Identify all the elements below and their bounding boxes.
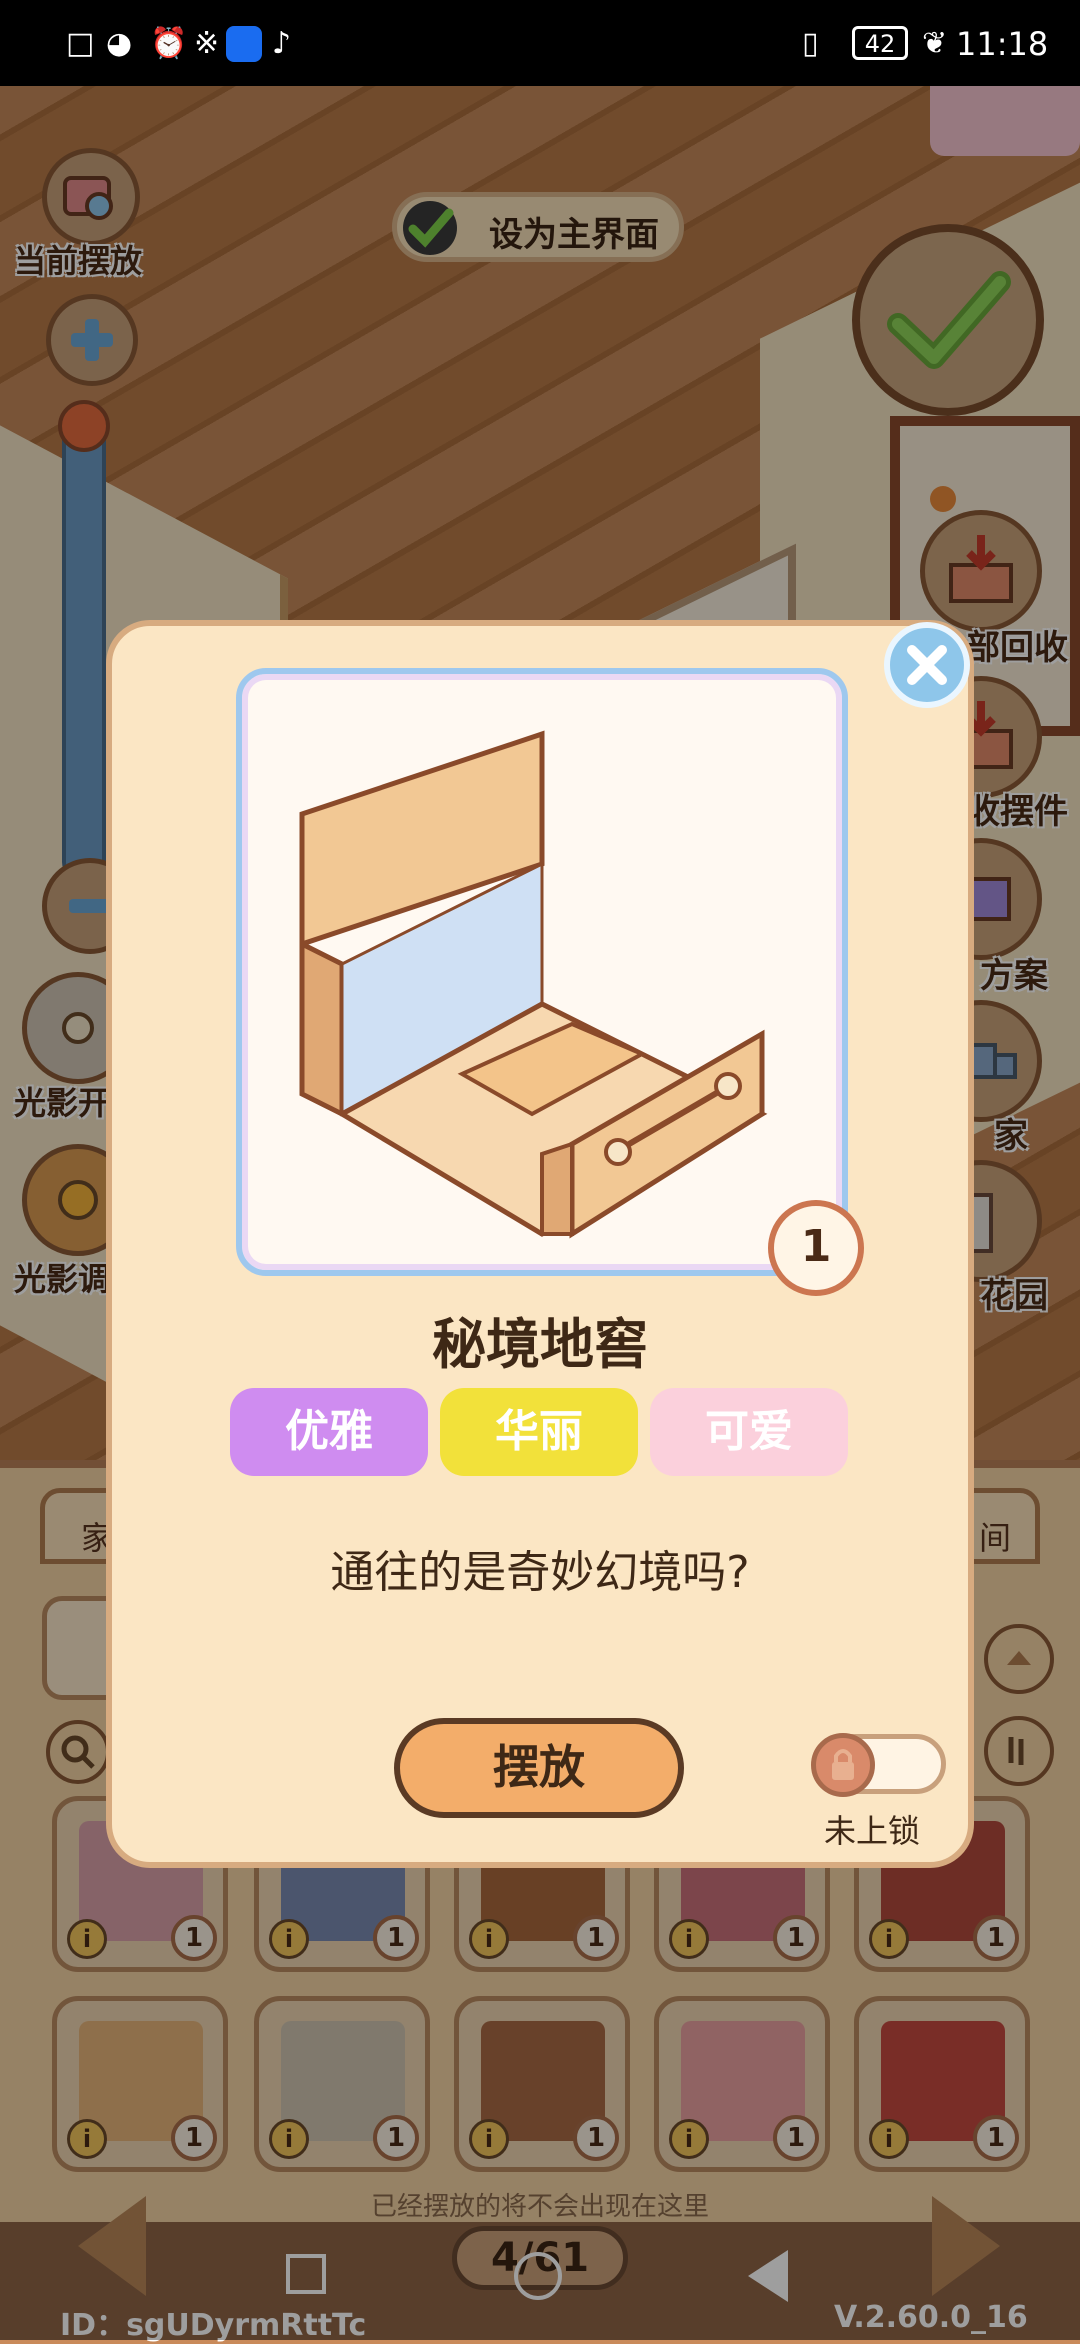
wifi-icon: ◕ bbox=[106, 26, 133, 61]
item-title: 秘境地窖 bbox=[432, 1313, 648, 1376]
cellar-illustration bbox=[299, 730, 768, 1239]
battery-icon: 42 bbox=[852, 26, 908, 60]
lock-label: 未上锁 bbox=[824, 1812, 921, 1850]
vibrate-icon: ▯ bbox=[802, 26, 819, 61]
place-button[interactable]: 摆放 bbox=[394, 1718, 684, 1818]
lock-icon bbox=[811, 1733, 875, 1797]
item-preview bbox=[236, 668, 848, 1276]
tag-badge: 可爱 bbox=[650, 1388, 848, 1476]
lock-toggle[interactable] bbox=[811, 1733, 946, 1797]
item-description: 通往的是奇妙幻境吗? bbox=[330, 1547, 750, 1598]
close-icon bbox=[907, 645, 947, 685]
status-bar: □ ◕ ⏰ ※ ♪ ▯ 42 ❦ 11:18 bbox=[0, 0, 1080, 86]
tiktok-icon: ♪ bbox=[272, 26, 292, 61]
notification-icon: □ bbox=[66, 26, 95, 61]
bluetooth-icon: ※ bbox=[194, 26, 220, 61]
quantity-badge: 1 bbox=[768, 1200, 864, 1296]
clock-time: 11:18 bbox=[956, 25, 1049, 63]
leaf-icon: ❦ bbox=[922, 26, 948, 61]
tag-badge: 华丽 bbox=[440, 1388, 638, 1476]
tag-badge: 优雅 bbox=[230, 1388, 428, 1476]
app-icon bbox=[226, 26, 262, 62]
alarm-icon: ⏰ bbox=[150, 26, 188, 61]
close-button[interactable] bbox=[884, 622, 970, 708]
